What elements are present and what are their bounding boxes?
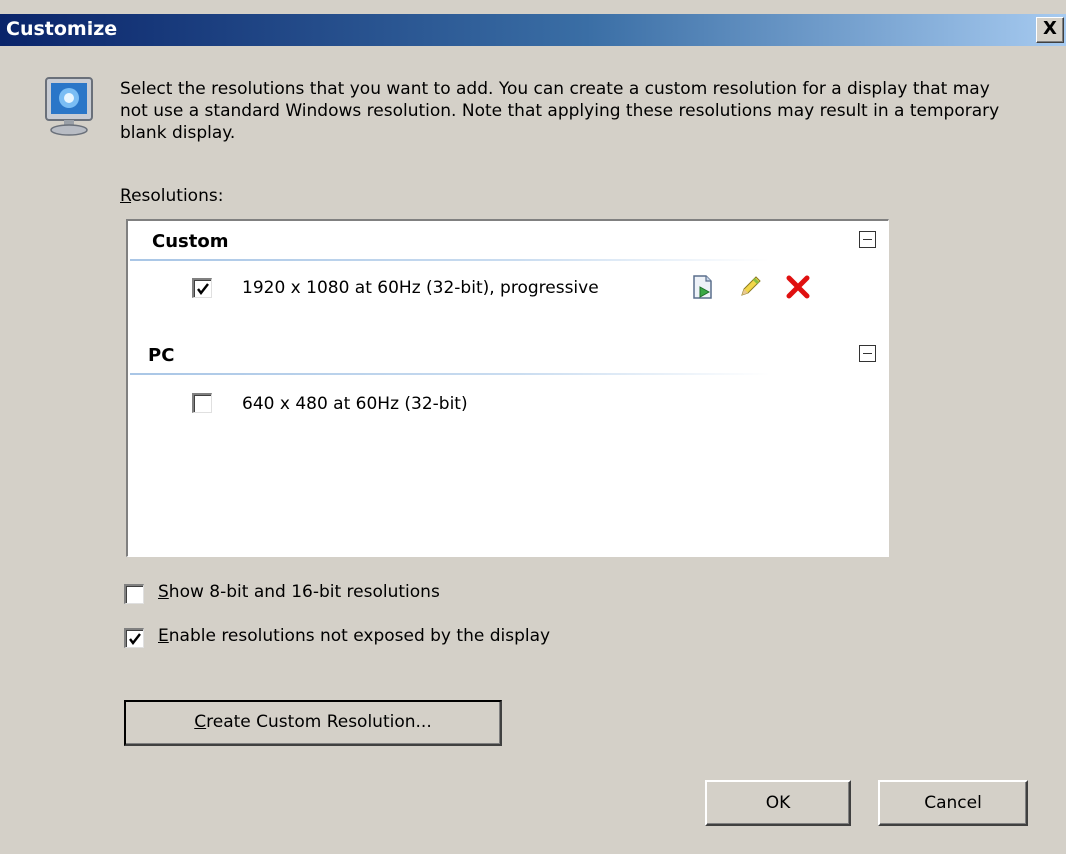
group-title-pc: PC xyxy=(148,345,175,366)
list-item-1920x1080[interactable]: 1920 x 1080 at 60Hz (32-bit), progressiv… xyxy=(128,269,888,309)
resolution-label: 640 x 480 at 60Hz (32-bit) xyxy=(242,394,468,414)
create-button-label: Create Custom Resolution... xyxy=(194,712,432,732)
resolutions-list[interactable]: Custom 1920 x 1080 at 60Hz (32-bit), pro… xyxy=(126,219,889,557)
title-bar: Customize X xyxy=(0,14,1066,46)
resolution-label: 1920 x 1080 at 60Hz (32-bit), progressiv… xyxy=(242,278,599,298)
checkbox-1920x1080[interactable] xyxy=(192,278,212,298)
enable-unexposed-checkbox[interactable] xyxy=(124,628,144,648)
collapse-pc-button[interactable] xyxy=(859,345,876,362)
delete-x-icon[interactable] xyxy=(784,273,812,301)
show-8-16-bit-label: Show 8-bit and 16-bit resolutions xyxy=(158,582,440,602)
show-8-16-bit-checkbox[interactable] xyxy=(124,584,144,604)
collapse-custom-button[interactable] xyxy=(859,231,876,248)
ok-button[interactable]: OK xyxy=(705,780,851,826)
group-divider xyxy=(130,373,770,375)
group-header-custom: Custom xyxy=(128,223,888,261)
group-divider xyxy=(130,259,770,261)
enable-unexposed-label: Enable resolutions not exposed by the di… xyxy=(158,626,551,646)
cancel-button[interactable]: Cancel xyxy=(878,780,1028,826)
close-button[interactable]: X xyxy=(1036,17,1064,43)
monitor-icon xyxy=(42,76,98,140)
intro-text: Select the resolutions that you want to … xyxy=(120,79,1000,143)
list-item-640x480[interactable]: 640 x 480 at 60Hz (32-bit) xyxy=(128,387,888,427)
edit-pencil-icon[interactable] xyxy=(736,273,764,301)
test-icon[interactable] xyxy=(688,273,716,301)
resolutions-label: Resolutions: xyxy=(120,186,224,206)
group-title-custom: Custom xyxy=(152,231,229,252)
group-header-pc: PC xyxy=(128,337,888,375)
checkbox-640x480[interactable] xyxy=(192,393,212,413)
create-custom-resolution-button[interactable]: Create Custom Resolution... xyxy=(124,700,502,746)
window-title: Customize xyxy=(6,18,118,40)
